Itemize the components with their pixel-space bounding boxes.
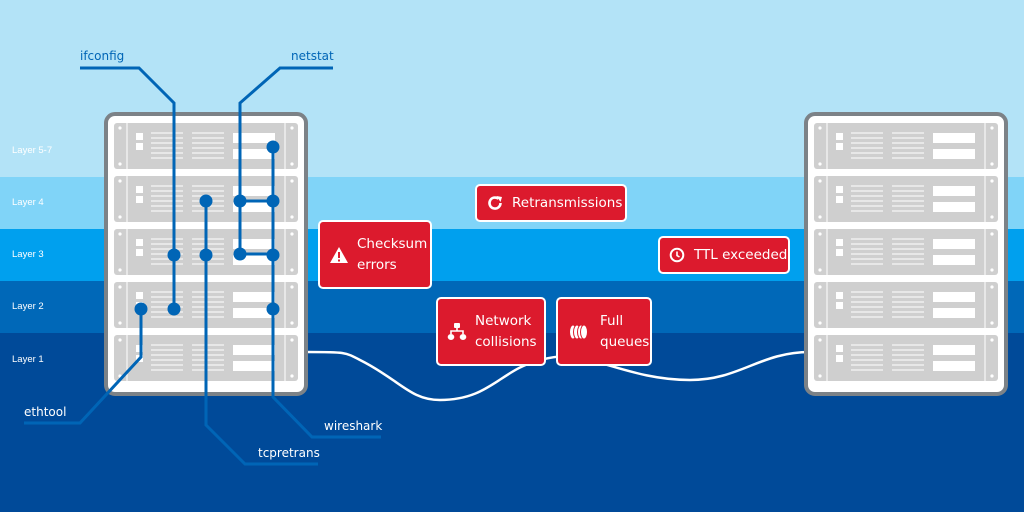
- probe-dot-wireshark-l2: [266, 302, 280, 316]
- probe-dot-wireshark-l57: [266, 140, 280, 154]
- probe-dot-tcpretrans-l3: [199, 248, 213, 262]
- alert-checksum-line1: Checksum: [357, 235, 428, 252]
- probe-dot-ifconfig-l3: [167, 248, 181, 262]
- probe-dot-netstat-l4: [233, 194, 247, 208]
- clock-icon: [669, 247, 685, 263]
- probe-dot-wireshark-l3: [266, 248, 280, 262]
- alert-collisions-line2: collisions: [475, 333, 537, 350]
- warning-icon: [329, 246, 349, 264]
- probe-dot-wireshark-l4: [266, 194, 280, 208]
- queue-icon: [568, 324, 588, 340]
- right-server: [804, 112, 1008, 396]
- probe-dot-netstat-l3: [233, 247, 247, 261]
- network-icon: [447, 322, 467, 342]
- tool-label-tcpretrans: tcpretrans: [258, 446, 320, 460]
- tool-label-wireshark: wireshark: [324, 419, 383, 433]
- alert-checksum-errors: Checksum errors: [318, 220, 432, 289]
- network-diagram: [24, 66, 1008, 466]
- probe-dot-ifconfig-l2: [167, 302, 181, 316]
- alert-queues-line1: Full: [600, 312, 624, 329]
- alert-checksum-line2: errors: [357, 256, 397, 273]
- tool-label-ethtool: ethtool: [24, 405, 67, 419]
- alert-retransmissions: Retransmissions: [475, 184, 627, 222]
- right-server-unit: [814, 282, 998, 328]
- alert-full-queues: Full queues: [556, 297, 652, 366]
- right-server-unit: [814, 123, 998, 169]
- probe-dot-tcpretrans-l4: [199, 194, 213, 208]
- right-server-unit: [814, 229, 998, 275]
- alert-ttl-exceeded: TTL exceeded: [658, 236, 790, 274]
- alert-queues-text: Full queues: [600, 311, 649, 353]
- alert-queues-line2: queues: [600, 333, 650, 350]
- alert-collisions-line1: Network: [475, 312, 532, 329]
- tool-label-netstat: netstat: [291, 49, 334, 63]
- alert-collisions-text: Network collisions: [475, 311, 537, 353]
- alert-retransmissions-label: Retransmissions: [512, 194, 623, 211]
- probe-dot-ethtool-l2: [134, 302, 148, 316]
- alert-network-collisions: Network collisions: [436, 297, 546, 366]
- refresh-icon: [486, 194, 504, 212]
- tool-label-ifconfig: ifconfig: [80, 49, 125, 63]
- right-server-unit: [814, 176, 998, 222]
- right-server-unit: [814, 335, 998, 381]
- alert-ttl-label: TTL exceeded: [694, 246, 788, 263]
- alert-checksum-text: Checksum errors: [357, 234, 427, 276]
